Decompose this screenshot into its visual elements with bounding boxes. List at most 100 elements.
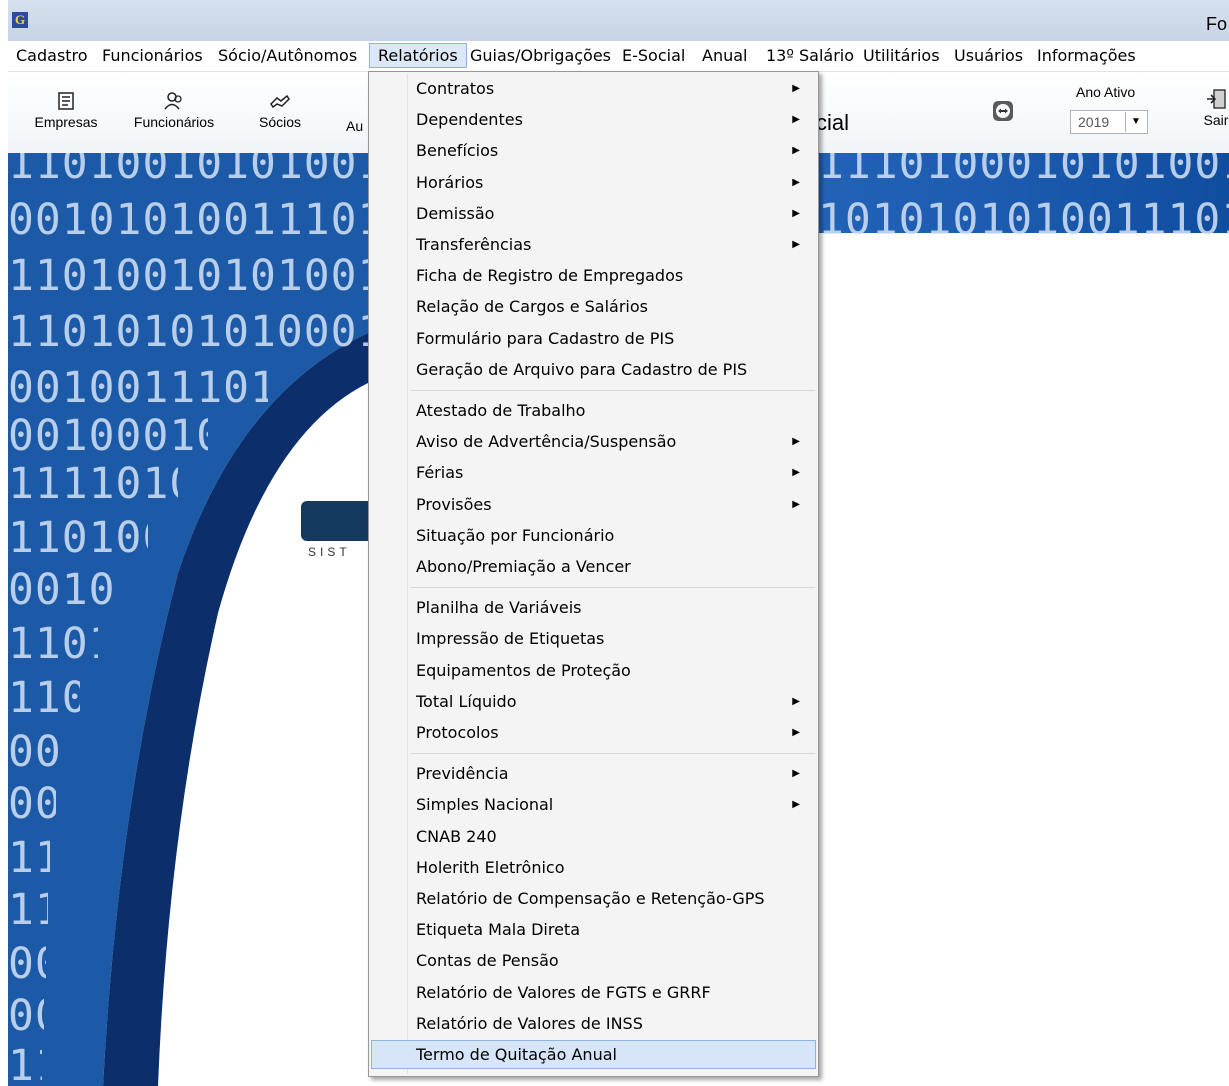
menu-item-relatorio-de-valores-de-fgts-e-grrf[interactable]: Relatório de Valores de FGTS e GRRF [371, 978, 816, 1007]
menu-item-aviso-de-advertencia-suspensao[interactable]: Aviso de Advertência/Suspensão ▶ [371, 427, 816, 456]
logo-subtitle: SIST [308, 545, 351, 559]
menu-item-transferencias[interactable]: Transferências ▶ [371, 230, 816, 259]
menu-item-label: Situação por Funcionário [416, 525, 615, 545]
bits-row-6: 111101010000111 [8, 459, 178, 509]
menu-item-label: Ficha de Registro de Empregados [416, 266, 684, 286]
au-button-partial[interactable]: Au [346, 118, 370, 134]
app-icon[interactable]: G [12, 12, 28, 28]
menu-item-label: Provisões [416, 494, 492, 514]
menu-item-label: Relatório de Valores de FGTS e GRRF [416, 982, 711, 1002]
empresas-button[interactable]: Empresas [32, 90, 100, 130]
menu-anual[interactable]: Anual [694, 43, 755, 68]
submenu-arrow-icon: ▶ [792, 695, 800, 707]
menu-relatorios[interactable]: Relatórios [369, 43, 467, 68]
menu-item-abono-premiacao-a-vencer[interactable]: Abono/Premiação a Vencer [371, 552, 816, 581]
menu-item-label: Impressão de Etiquetas [416, 629, 605, 649]
submenu-arrow-icon: ▶ [792, 176, 800, 188]
bits-row-11: 001001010101010 [8, 727, 66, 777]
company-logo [301, 501, 371, 541]
bits-row-17: 110101100100101 [8, 1041, 42, 1086]
document-icon [58, 92, 74, 110]
menu-item-label: Relatório de Compensação e Retenção-GPS [416, 889, 765, 908]
menu-item-label: Atestado de Trabalho [416, 401, 586, 420]
bits-row-9: 110101100011001 [8, 619, 98, 669]
menu-item-contratos[interactable]: Contratos ▶ [371, 74, 816, 103]
menu-item-total-liquido[interactable]: Total Líquido ▶ [371, 687, 816, 716]
menu-item-protocolos[interactable]: Protocolos ▶ [371, 718, 816, 747]
menu-cadastro[interactable]: Cadastro [8, 43, 96, 68]
menu-item-provisoes[interactable]: Provisões ▶ [371, 490, 816, 519]
menu-item-situacao-por-funcionario[interactable]: Situação por Funcionário [371, 521, 816, 550]
au-label: Au [346, 118, 364, 134]
submenu-arrow-icon: ▶ [792, 467, 800, 479]
bits-row-1: 001010100111010 [8, 195, 412, 245]
submenu-arrow-icon: ▶ [792, 436, 800, 448]
bits-right-row-0: 111010001010100111 [818, 153, 1229, 189]
menu-item-label: Equipamentos de Proteção [416, 660, 631, 680]
funcionarios-button[interactable]: Funcionários [126, 90, 222, 130]
menu-item-equipamentos-de-protecao[interactable]: Equipamentos de Proteção [371, 656, 816, 685]
menu-item-planilha-de-variaveis[interactable]: Planilha de Variáveis [371, 593, 816, 622]
menu-item-holerith-eletronico[interactable]: Holerith Eletrônico [371, 853, 816, 882]
menu-informacoes[interactable]: Informações [1029, 43, 1144, 68]
submenu-arrow-icon: ▶ [792, 799, 800, 811]
title-bar: G Fo [8, 0, 1229, 41]
menu-item-label: Demissão [416, 203, 495, 223]
empresas-label: Empresas [34, 114, 98, 130]
socios-button[interactable]: Sócios [248, 90, 312, 130]
menu-item-impressao-de-etiquetas[interactable]: Impressão de Etiquetas [371, 624, 816, 653]
socios-label: Sócios [258, 114, 302, 130]
menu-item-ficha-de-registro-de-empregados[interactable]: Ficha de Registro de Empregados [371, 261, 816, 290]
submenu-arrow-icon: ▶ [792, 239, 800, 250]
chevron-down-icon[interactable]: ▼ [1125, 112, 1146, 132]
menu-13-salario[interactable]: 13º Salário [758, 43, 862, 68]
menu-separator [410, 753, 815, 755]
sair-button[interactable]: Sair [1196, 88, 1229, 128]
submenu-arrow-icon: ▶ [792, 727, 800, 738]
teamviewer-button[interactable] [988, 100, 1018, 124]
menu-item-geracao-de-arquivo-para-cadastro-de-pis[interactable]: Geração de Arquivo para Cadastro de PIS [371, 355, 816, 384]
submenu-arrow-icon: ▶ [792, 145, 800, 157]
menu-item-previdencia[interactable]: Previdência ▶ [371, 759, 816, 788]
menu-item-label: Geração de Arquivo para Cadastro de PIS [416, 359, 748, 379]
submenu-arrow-icon: ▶ [792, 114, 800, 126]
menu-item-relatorio-de-valores-de-inss[interactable]: Relatório de Valores de INSS [371, 1009, 816, 1038]
hidden-esocial-label: cial [816, 110, 850, 135]
menu-item-horarios[interactable]: Horários ▶ [371, 168, 816, 197]
menu-e-social[interactable]: E-Social [614, 43, 693, 68]
menu-funcionarios[interactable]: Funcionários [94, 43, 211, 68]
menu-item-label: Aviso de Advertência/Suspensão [416, 432, 677, 452]
bits-row-0: 110100101010011 [8, 153, 412, 189]
menu-item-termo-de-quitacao-anual[interactable]: Termo de Quitação Anual [371, 1040, 816, 1069]
menu-item-simples-nacional[interactable]: Simples Nacional ▶ [371, 790, 816, 819]
menu-item-formulario-para-cadastro-de-pis[interactable]: Formulário para Cadastro de PIS [371, 324, 816, 353]
menu-item-etiqueta-mala-direta[interactable]: Etiqueta Mala Direta [371, 915, 816, 944]
menu-socio-autonomos[interactable]: Sócio/Autônomos [210, 43, 365, 68]
menu-item-dependentes[interactable]: Dependentes ▶ [371, 105, 816, 134]
menu-guias-obrigacoes[interactable]: Guias/Obrigações [462, 43, 619, 68]
bits-row-2: 110100101010011 [8, 251, 412, 301]
menu-item-cnab-240[interactable]: CNAB 240 [371, 822, 816, 851]
menu-item-label: Dependentes [416, 110, 523, 130]
menu-item-label: Previdência [416, 764, 509, 784]
bits-row-7: 110100001100011 [8, 513, 148, 563]
menu-item-label: Contas de Pensão [416, 951, 559, 971]
menu-item-label: Relatório de Valores de INSS [416, 1013, 643, 1033]
menu-item-demissao[interactable]: Demissão ▶ [371, 199, 816, 228]
menu-item-contas-de-pensao[interactable]: Contas de Pensão [371, 946, 816, 975]
ano-ativo-select[interactable]: 2019 ▼ [1070, 110, 1148, 134]
menu-utilitarios[interactable]: Utilitários [855, 43, 948, 68]
menu-item-label: Férias [416, 463, 464, 483]
menu-item-beneficios[interactable]: Benefícios ▶ [371, 136, 816, 165]
remote-access-icon [993, 101, 1013, 121]
menu-item-atestado-de-trabalho[interactable]: Atestado de Trabalho [371, 396, 816, 425]
menu-item-label: CNAB 240 [416, 826, 497, 846]
menu-item-ferias[interactable]: Férias ▶ [371, 458, 816, 487]
menu-separator [410, 587, 815, 589]
menu-item-label: Holerith Eletrônico [416, 857, 565, 877]
menu-bar: Cadastro Funcionários Sócio/Autônomos Re… [8, 41, 1229, 72]
menu-item-relatorio-de-compensacao-e-retencao-gps[interactable]: Relatório de Compensação e Retenção-GPS [371, 884, 816, 913]
exit-door-icon [1207, 89, 1226, 109]
menu-usuarios[interactable]: Usuários [946, 43, 1031, 68]
menu-item-relacao-de-cargos-e-salarios[interactable]: Relação de Cargos e Salários [371, 292, 816, 321]
